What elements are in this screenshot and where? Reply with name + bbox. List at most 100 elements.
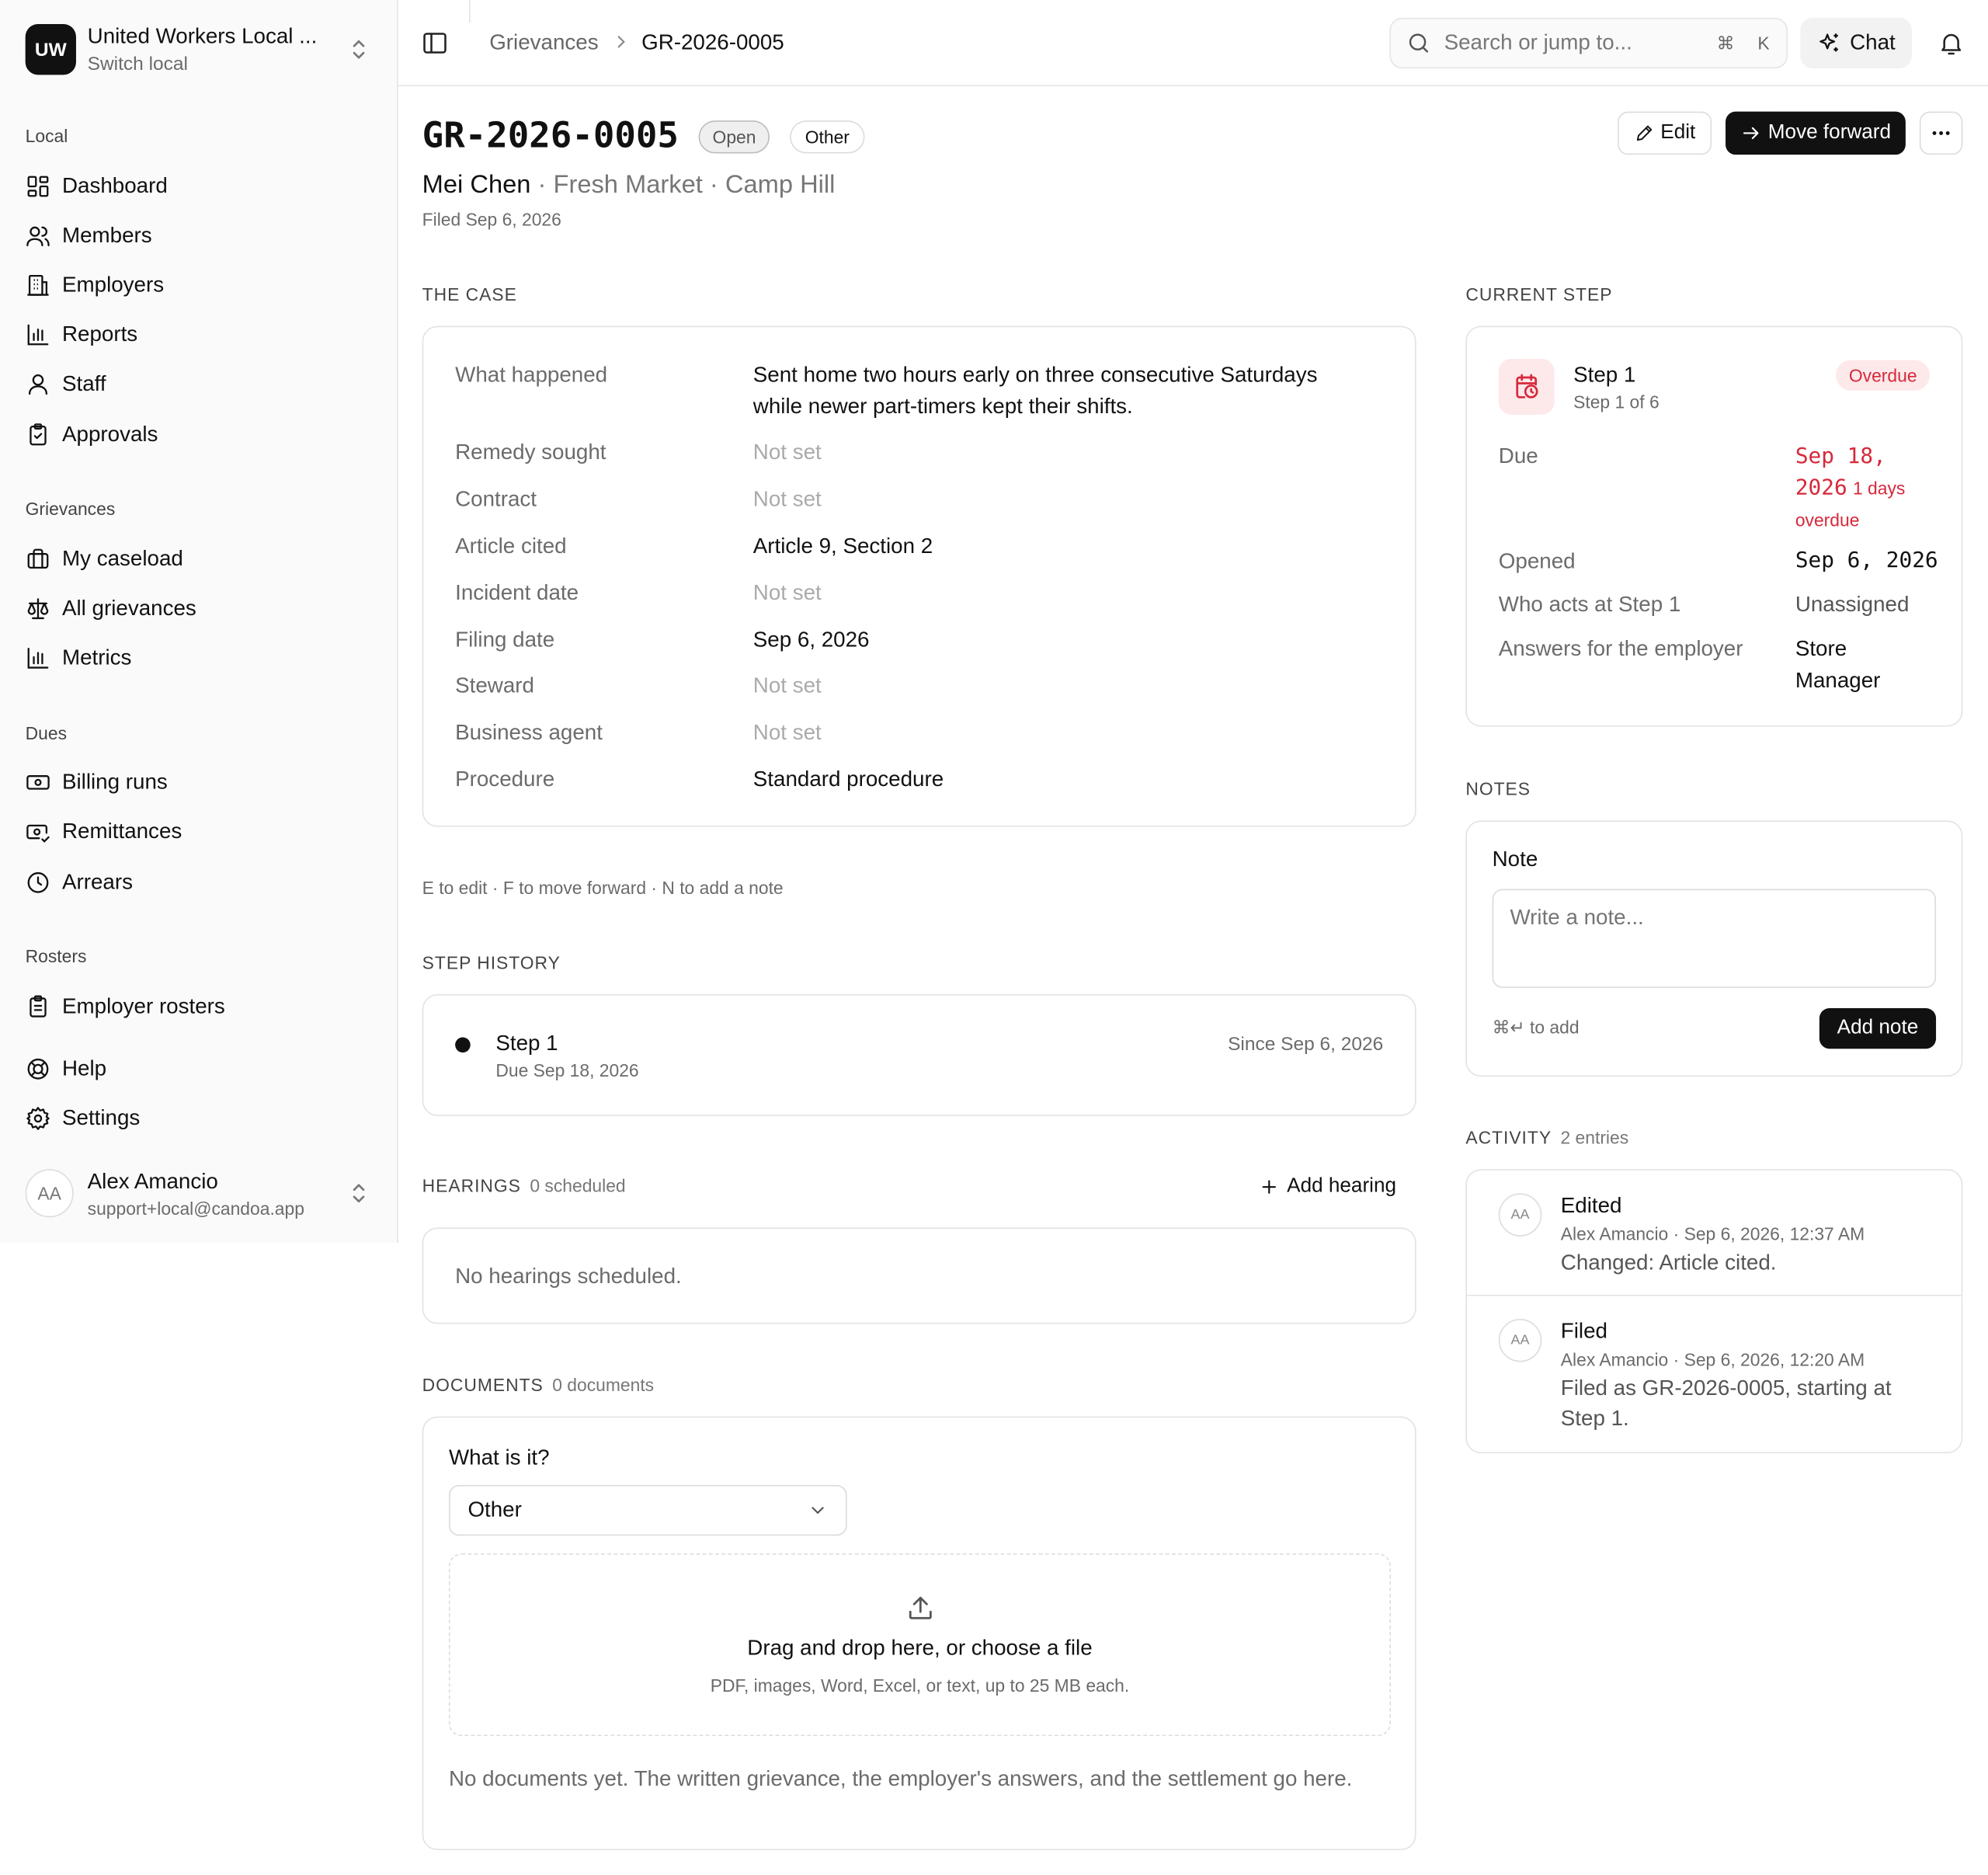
clipboard-list-icon <box>30 995 47 1018</box>
field-value-filing-date: Sep 6, 2026 <box>752 628 870 652</box>
chevron-down-icon <box>812 1507 824 1515</box>
plus-icon <box>1262 1180 1276 1194</box>
due-label: Due <box>1498 444 1538 468</box>
field-label-filing-date: Filing date <box>455 628 555 652</box>
case-subtitle: Mei Chen · Fresh Market · Camp Hill <box>422 171 836 200</box>
hearings-empty-text: No hearings scheduled. <box>455 1264 682 1289</box>
documents-card: What is it? Other Drag and drop here, or… <box>422 1416 1416 1851</box>
move-forward-label: Move forward <box>1767 121 1892 144</box>
field-label-contract: Contract <box>455 486 537 511</box>
employer-answers-value: Store Manager <box>1795 636 1881 693</box>
type-badge: Other <box>790 120 865 154</box>
nav-label: Arrears <box>61 869 133 895</box>
move-forward-button[interactable]: Move forward <box>1726 111 1906 155</box>
nav-item-settings[interactable]: Settings <box>26 1100 368 1138</box>
section-title-hearings: HEARINGS 0 scheduled <box>422 1175 626 1195</box>
status-badge: Open <box>698 120 770 154</box>
edit-button[interactable]: Edit <box>1618 111 1712 155</box>
nav-item-employer-rosters[interactable]: Employer rosters <box>26 988 368 1026</box>
current-step-position: Step 1 of 6 <box>1573 391 1660 412</box>
building-icon <box>27 274 49 296</box>
nav-label: Approvals <box>61 422 158 447</box>
file-dropzone[interactable]: Drag and drop here, or choose a file PDF… <box>448 1553 1392 1737</box>
nav-item-arrears[interactable]: Arrears <box>26 864 368 902</box>
nav-item-dashboard[interactable]: Dashboard <box>26 168 368 206</box>
hearings-card: No hearings scheduled. <box>422 1227 1416 1324</box>
avatar: AA <box>25 1169 74 1218</box>
field-label-business-agent: Business agent <box>455 720 603 745</box>
employer-name[interactable]: Fresh Market <box>553 171 702 199</box>
section-title-step-history: STEP HISTORY <box>422 952 561 973</box>
field-value-what-happened: Sent home two hours early on three conse… <box>752 362 1318 419</box>
chevron-up-down-icon <box>353 40 365 59</box>
field-value-steward: Not set <box>752 673 822 697</box>
field-label-procedure: Procedure <box>455 767 555 791</box>
edit-label: Edit <box>1660 121 1696 144</box>
calendar-clock-icon <box>1498 359 1555 415</box>
nav-label: Settings <box>61 1105 141 1130</box>
separator: · <box>537 171 547 200</box>
note-label: Note <box>1492 847 1538 871</box>
search-placeholder: Search or jump to... <box>1444 30 1632 55</box>
sparkles-icon <box>1819 33 1838 52</box>
sidebar-toggle-icon[interactable] <box>421 30 449 57</box>
nav-item-reports[interactable]: Reports <box>26 316 368 354</box>
nav-group-local: Local <box>25 125 68 146</box>
nav-item-billing-runs[interactable]: Billing runs <box>26 764 368 802</box>
nav-item-help[interactable]: Help <box>26 1050 368 1088</box>
local-switcher[interactable]: UW United Workers Local ... Switch local <box>25 23 373 76</box>
nav-item-metrics[interactable]: Metrics <box>26 639 368 677</box>
activity-body: Changed: Article cited. <box>1560 1250 1777 1275</box>
field-value-incident-date: Not set <box>752 580 822 605</box>
dropzone-title: Drag and drop here, or choose a file <box>747 1636 1093 1661</box>
field-value-procedure: Standard procedure <box>752 767 944 791</box>
chat-button[interactable]: Chat <box>1800 17 1913 69</box>
field-value-article: Article 9, Section 2 <box>752 534 933 558</box>
who-acts-value: Unassigned <box>1795 592 1910 617</box>
scale-icon <box>27 598 49 620</box>
current-step-name: Step 1 <box>1573 362 1636 387</box>
breadcrumb-grievances[interactable]: Grievances <box>489 30 598 56</box>
nav-label: Dashboard <box>61 173 168 198</box>
add-hearing-button[interactable]: Add hearing <box>1259 1172 1396 1202</box>
step-dot-icon <box>455 1037 471 1053</box>
activity-meta: Alex Amancio · Sep 6, 2026, 12:37 AM <box>1560 1223 1865 1244</box>
case-card: What happened Sent home two hours early … <box>422 325 1416 827</box>
section-title-notes: NOTES <box>1465 778 1531 799</box>
filed-date: Filed Sep 6, 2026 <box>422 209 561 230</box>
bell-icon[interactable] <box>1938 30 1965 57</box>
user-name: Alex Amancio <box>87 1168 218 1193</box>
current-step-card: Step 1 Step 1 of 6 Overdue Due Sep 18, 2… <box>1465 325 1963 727</box>
user-icon <box>28 374 48 395</box>
money-check-icon <box>26 824 50 843</box>
add-note-button[interactable]: Add note <box>1819 1007 1937 1049</box>
separator: · <box>709 171 718 200</box>
nav-label: Employers <box>61 273 165 297</box>
history-step-name: Step 1 <box>495 1031 558 1056</box>
nav-item-members[interactable]: Members <box>26 217 368 255</box>
more-actions-button[interactable] <box>1919 111 1963 155</box>
nav-item-remittances[interactable]: Remittances <box>26 813 368 851</box>
avatar: AA <box>1498 1318 1542 1362</box>
note-shortcut-hint: ⌘↵ to add <box>1492 1017 1580 1038</box>
document-type-select[interactable]: Other <box>448 1484 847 1536</box>
nav-item-my-caseload[interactable]: My caseload <box>26 541 368 579</box>
section-title-case: THE CASE <box>422 284 517 304</box>
note-textarea[interactable] <box>1492 889 1937 988</box>
nav-group-grievances: Grievances <box>25 498 116 519</box>
documents-empty-text: No documents yet. The written grievance,… <box>448 1766 1353 1791</box>
document-type-label: What is it? <box>448 1445 550 1470</box>
dashboard-icon <box>27 176 49 197</box>
who-acts-label: Who acts at Step 1 <box>1498 592 1681 617</box>
nav-item-approvals[interactable]: Approvals <box>26 416 368 454</box>
member-name[interactable]: Mei Chen <box>422 171 531 199</box>
upload-icon <box>909 1596 932 1619</box>
nav-item-all-grievances[interactable]: All grievances <box>26 590 368 628</box>
nav-item-employers[interactable]: Employers <box>26 266 368 304</box>
search-input[interactable]: Search or jump to... ⌘ K <box>1389 17 1788 69</box>
user-menu[interactable]: AA Alex Amancio support+local@candoa.app <box>25 1164 373 1223</box>
section-title-documents: DOCUMENTS 0 documents <box>422 1375 654 1395</box>
org-logo: UW <box>25 24 76 75</box>
nav-item-staff[interactable]: Staff <box>26 365 368 403</box>
field-label-steward: Steward <box>455 673 534 697</box>
